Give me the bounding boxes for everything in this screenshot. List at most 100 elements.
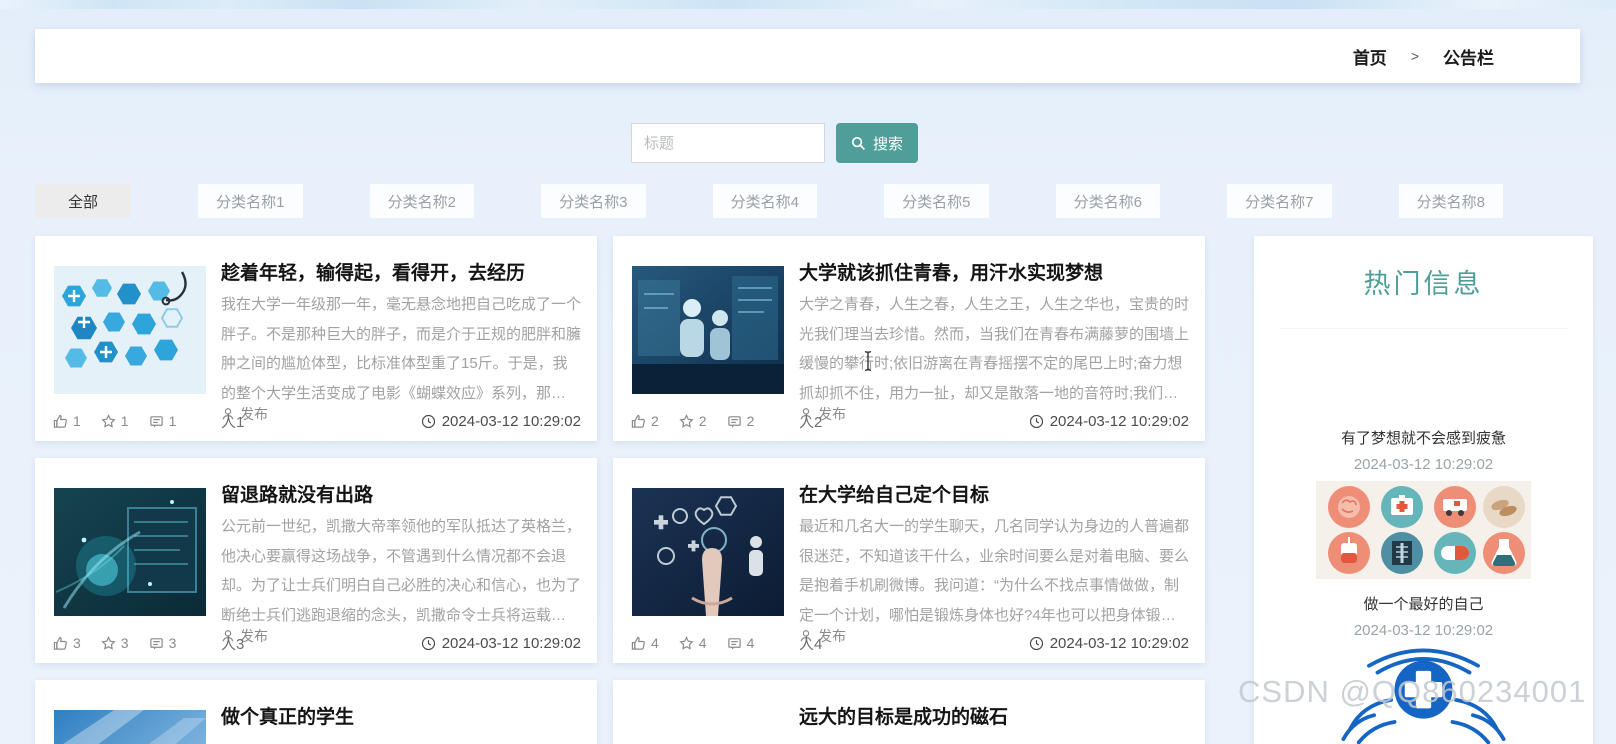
clock-icon (421, 636, 436, 651)
article-date-row: 2024-03-12 10:29:02 (1029, 413, 1189, 430)
article-stats: 4 4 4 (631, 635, 781, 651)
star-icon (101, 413, 116, 429)
breadcrumb-home-link[interactable]: 首页 (1353, 44, 1387, 69)
hot-item-title: 做一个最好的自己 (1363, 596, 1484, 613)
hot-item-image (1316, 481, 1531, 579)
category-tab[interactable]: 分类名称4 (712, 184, 817, 218)
hot-panel: 热门信息 有了梦想就不会感到疲惫 2024-03-12 10:29:02 做一个… (1254, 236, 1593, 744)
thumbs-up-icon (631, 636, 646, 651)
article-card[interactable]: 大学就该抓住青春，用汗水实现梦想 大学之青春，人生之春，人生之王，人生之华也，宝… (613, 236, 1205, 441)
article-title: 远大的目标是成功的磁石 (799, 707, 1009, 728)
article-card[interactable]: 远大的目标是成功的磁石 (613, 680, 1205, 744)
article-image (54, 266, 206, 394)
category-tab-label: 分类名称7 (1245, 193, 1314, 211)
category-tab-label: 分类名称6 (1073, 193, 1142, 211)
comment-icon (727, 636, 742, 651)
comment-stat: 2 (727, 413, 755, 429)
category-tab[interactable]: 分类名称7 (1227, 184, 1332, 218)
comment-count: 4 (746, 635, 755, 651)
star-icon (679, 635, 694, 651)
article-card[interactable]: 留退路就没有出路 公元前一世纪，凯撒大帝率领他的军队抵达了英格兰，他决心要赢得这… (35, 458, 597, 663)
article-card[interactable]: 做个真正的学生 (35, 680, 597, 744)
favorite-count: 3 (120, 635, 129, 651)
article-title: 在大学给自己定个目标 (799, 485, 990, 506)
hot-item[interactable]: 做一个最好的自己 2024-03-12 10:29:02 (1254, 593, 1593, 744)
category-tab-label: 分类名称5 (902, 193, 971, 211)
category-tab[interactable]: 分类名称5 (884, 184, 989, 218)
author-name: 人2 (799, 413, 823, 431)
article-card[interactable]: 在大学给自己定个目标 最近和几名大一的学生聊天，几名同学认为身边的人普遍都很迷茫… (613, 458, 1205, 663)
article-excerpt (221, 734, 581, 744)
category-tab[interactable]: 分类名称8 (1398, 184, 1503, 218)
thumbs-up-icon (53, 636, 68, 651)
article-date-row: 2024-03-12 10:29:02 (421, 413, 581, 430)
article-image (632, 710, 784, 744)
article-meta-row: 4 4 4 人4 2024-03-12 10:29:02 (631, 632, 1189, 654)
header-bar: 首页 > 公告栏 (35, 29, 1580, 83)
hot-item[interactable]: 有了梦想就不会感到疲惫 2024-03-12 10:29:02 (1254, 427, 1593, 579)
article-date-row: 2024-03-12 10:29:02 (1029, 635, 1189, 652)
clock-icon (1029, 636, 1044, 651)
hot-item-image (1316, 647, 1531, 744)
category-tab[interactable]: 分类名称2 (369, 184, 474, 218)
article-image (632, 488, 784, 616)
comment-stat: 3 (149, 635, 177, 651)
category-tabs: 全部 分类名称1 分类名称2 分类名称3 分类名称4 分类名称5 分类名称6 分… (35, 184, 1503, 218)
star-icon (101, 635, 116, 651)
article-date: 2024-03-12 10:29:02 (441, 412, 581, 430)
star-stat: 4 (679, 635, 707, 651)
article-date: 2024-03-12 10:29:02 (1049, 634, 1189, 652)
favorite-count: 2 (698, 413, 707, 429)
article-title: 做个真正的学生 (221, 707, 355, 728)
category-tab[interactable]: 全部 (35, 184, 131, 218)
article-excerpt: 公元前一世纪，凯撒大帝率领他的军队抵达了英格兰，他决心要赢得这场战争，不管遇到什… (221, 518, 581, 624)
article-card[interactable]: 趁着年轻，输得起，看得开，去经历 我在大学一年级那一年，毫无悬念地把自己吃成了一… (35, 236, 597, 441)
article-excerpt: 最近和几名大一的学生聊天，几名同学认为身边的人普遍都很迷茫，不知道该干什么，业余… (799, 518, 1189, 624)
article-excerpt: 我在大学一年级那一年，毫无悬念地把自己吃成了一个胖子。不是那种巨大的胖子，而是介… (221, 296, 581, 402)
page-background: { "colors": { "accent_teal": "#4f9e99", … (0, 0, 1616, 744)
search-button[interactable]: 搜索 (836, 123, 918, 163)
article-excerpt (799, 734, 1189, 744)
category-tab-label: 全部 (67, 193, 98, 211)
comment-count: 2 (746, 413, 755, 429)
category-tab-label: 分类名称8 (1416, 193, 1485, 211)
like-count: 1 (73, 413, 81, 429)
category-tab-label: 分类名称1 (216, 193, 285, 211)
favorite-count: 4 (698, 635, 707, 651)
article-stats: 2 2 2 (631, 413, 781, 429)
article-meta-row: 3 3 3 人3 2024-03-12 10:29:02 (53, 632, 581, 654)
hot-item-date: 2024-03-12 10:29:02 (1353, 456, 1494, 473)
previous-section-edge (0, 0, 1616, 9)
comment-icon (149, 414, 164, 429)
hot-items-list: 有了梦想就不会感到疲惫 2024-03-12 10:29:02 做一个最好的自己… (1254, 427, 1593, 744)
category-tab[interactable]: 分类名称1 (198, 184, 303, 218)
like-stat: 2 (631, 413, 659, 429)
search-input[interactable] (631, 123, 825, 163)
comment-icon (149, 636, 164, 651)
comment-stat: 4 (727, 635, 755, 651)
category-tab-label: 分类名称2 (387, 193, 456, 211)
star-stat: 3 (101, 635, 129, 651)
favorite-count: 1 (120, 413, 129, 429)
articles-grid: 趁着年轻，输得起，看得开，去经历 我在大学一年级那一年，毫无悬念地把自己吃成了一… (35, 236, 1205, 744)
article-title: 大学就该抓住青春，用汗水实现梦想 (799, 263, 1104, 284)
star-icon (679, 413, 694, 429)
category-tab[interactable]: 分类名称3 (541, 184, 646, 218)
category-tab[interactable]: 分类名称6 (1055, 184, 1160, 218)
category-tab-label: 分类名称3 (559, 193, 628, 211)
hot-item-title: 有了梦想就不会感到疲惫 (1340, 430, 1506, 447)
article-date: 2024-03-12 10:29:02 (1049, 412, 1189, 430)
breadcrumb-current[interactable]: 公告栏 (1443, 44, 1494, 69)
star-stat: 1 (101, 413, 129, 429)
search-button-label: 搜索 (872, 135, 903, 153)
article-title: 留退路就没有出路 (221, 485, 374, 506)
article-image (632, 266, 784, 394)
like-stat: 4 (631, 635, 659, 651)
hot-panel-title: 热门信息 (1363, 269, 1484, 299)
category-tab-label: 分类名称4 (730, 193, 799, 211)
article-stats: 3 3 3 (53, 635, 203, 651)
article-meta-row: 2 2 2 人2 2024-03-12 10:29:02 (631, 410, 1189, 432)
article-title: 趁着年轻，输得起，看得开，去经历 (221, 263, 526, 284)
author-name: 人1 (221, 413, 245, 431)
comment-count: 3 (168, 635, 177, 651)
